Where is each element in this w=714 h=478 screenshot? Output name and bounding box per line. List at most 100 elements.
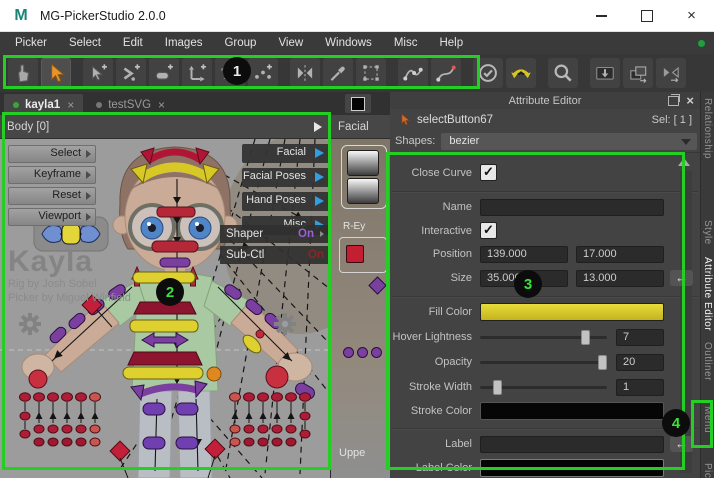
minimize-button[interactable] (579, 1, 624, 31)
reset-menu-button[interactable]: Reset (8, 187, 96, 205)
slider-handle[interactable] (581, 330, 590, 345)
shaper-state: On (298, 228, 314, 240)
tab-label: testSVG (108, 99, 151, 111)
menu-windows[interactable]: Windows (314, 37, 383, 49)
viewport-menu-button[interactable]: Viewport (8, 208, 96, 226)
label-reset-button[interactable]: ← (670, 436, 693, 452)
shapes-dropdown[interactable]: bezier (441, 133, 697, 150)
menu-view[interactable]: View (267, 37, 314, 49)
tab-modified-dot (13, 102, 19, 108)
tab-kayla1[interactable]: kayla1 × (4, 94, 83, 115)
select-tool-button[interactable] (41, 58, 71, 88)
tab-outliner[interactable]: Outliner (702, 342, 713, 381)
size-reset-button[interactable]: ← (670, 270, 693, 286)
hover-lightness-slider[interactable] (480, 336, 607, 339)
menu-picker[interactable]: Picker (4, 37, 58, 49)
stroke-width-slider[interactable] (480, 386, 607, 389)
tab-attribute-editor[interactable]: Attribute Editor (702, 257, 713, 331)
select-menu-button[interactable]: Select (8, 145, 96, 163)
maximize-icon (641, 10, 653, 22)
stroke-width-value[interactable]: 1 (616, 379, 664, 396)
fill-color-swatch[interactable] (480, 303, 664, 321)
mirror-copy-icon (660, 62, 682, 84)
facial-poses-button[interactable]: Facial Poses (242, 168, 330, 187)
interactive-checkbox[interactable]: ✓ (480, 222, 497, 239)
hand-poses-button[interactable]: Hand Poses (242, 192, 330, 211)
stroke-color-swatch[interactable] (480, 402, 664, 420)
annotation-marker-4: 4 (662, 409, 690, 437)
bezier-curve-tool[interactable] (431, 58, 461, 88)
subctl-state: On (308, 249, 324, 261)
facial-panel-header[interactable]: Facial (330, 115, 390, 139)
facial-picker-canvas[interactable]: R-Ey Uppe (330, 139, 390, 478)
add-select-button-tool[interactable] (83, 58, 113, 88)
tab-close-icon[interactable]: × (158, 98, 165, 112)
check-circle-icon (477, 62, 499, 84)
shaper-toggle[interactable]: Shaper On (220, 225, 330, 243)
marquee-select-tool[interactable] (356, 58, 386, 88)
facial-dot-button[interactable] (371, 347, 382, 358)
eye-control-button[interactable] (346, 245, 364, 263)
menu-help[interactable]: Help (428, 37, 474, 49)
facial-subpicker-button[interactable]: Facial (242, 144, 330, 163)
menu-group[interactable]: Group (213, 37, 267, 49)
undock-icon[interactable] (668, 96, 679, 106)
apply-check-button[interactable] (473, 58, 503, 88)
add-slider-button-tool[interactable] (149, 58, 179, 88)
add-move-handle-tool[interactable] (182, 58, 212, 88)
tab-close-icon[interactable]: × (67, 98, 74, 112)
import-image-button[interactable] (590, 58, 620, 88)
section-divider (392, 428, 698, 430)
tab-menu[interactable]: Menu (702, 406, 713, 433)
add-command-button-tool[interactable] (116, 58, 146, 88)
body-picker-canvas[interactable]: Select Keyframe Reset Viewport Facial Fa… (0, 139, 330, 478)
duplicate-panel-button[interactable] (623, 58, 653, 88)
facial-gradient-button[interactable] (347, 150, 379, 176)
mirror-horizontal-tool[interactable] (290, 58, 320, 88)
opacity-value[interactable]: 20 (616, 354, 664, 371)
facial-diamond-button[interactable] (368, 276, 386, 294)
label-input[interactable] (480, 436, 664, 453)
body-panel-header[interactable]: Body [0] (0, 115, 330, 139)
close-button[interactable]: × (669, 1, 714, 31)
keyframe-menu-button[interactable]: Keyframe (8, 166, 96, 184)
canvas-color-button[interactable] (345, 94, 371, 113)
curve-tool[interactable] (398, 58, 428, 88)
facial-dot-button[interactable] (357, 347, 368, 358)
name-input[interactable] (480, 199, 664, 216)
size-height-input[interactable]: 13.000 (576, 270, 664, 287)
eyedropper-tool[interactable] (323, 58, 353, 88)
add-dots-icon (252, 62, 274, 84)
close-curve-checkbox[interactable]: ✓ (480, 164, 497, 181)
menu-misc[interactable]: Misc (383, 37, 429, 49)
mirror-copy-button[interactable] (656, 58, 686, 88)
search-button[interactable] (548, 58, 578, 88)
position-x-input[interactable]: 139.000 (480, 246, 568, 263)
add-dots-button-tool[interactable] (248, 58, 278, 88)
facial-dot-button[interactable] (343, 347, 354, 358)
add-select-icon (87, 62, 109, 84)
tab-picker[interactable]: Pic (702, 463, 713, 478)
tab-testsvg[interactable]: testSVG × (87, 94, 174, 115)
menu-edit[interactable]: Edit (112, 37, 154, 49)
hover-lightness-value[interactable]: 7 (616, 329, 664, 346)
facial-gradient-button[interactable] (347, 178, 379, 204)
expand-play-icon[interactable] (314, 122, 322, 132)
hand-icon (12, 62, 34, 84)
opacity-slider[interactable] (480, 361, 607, 364)
position-y-input[interactable]: 17.000 (576, 246, 664, 263)
panel-close-icon[interactable]: × (686, 95, 694, 106)
label-color-swatch[interactable] (480, 459, 664, 477)
tab-relationship[interactable]: Relationship (702, 98, 713, 159)
maximize-button[interactable] (624, 1, 669, 31)
slider-handle[interactable] (598, 355, 607, 370)
menu-select[interactable]: Select (58, 37, 112, 49)
color-swatch-icon (351, 97, 365, 111)
menu-images[interactable]: Images (154, 37, 214, 49)
hand-tool-button[interactable] (8, 58, 38, 88)
tab-style[interactable]: Style (702, 220, 713, 245)
slider-handle[interactable] (493, 380, 502, 395)
curve-icon (402, 62, 424, 84)
swap-arrows-button[interactable] (506, 58, 536, 88)
subctl-toggle[interactable]: Sub-Ctl On (220, 246, 330, 264)
